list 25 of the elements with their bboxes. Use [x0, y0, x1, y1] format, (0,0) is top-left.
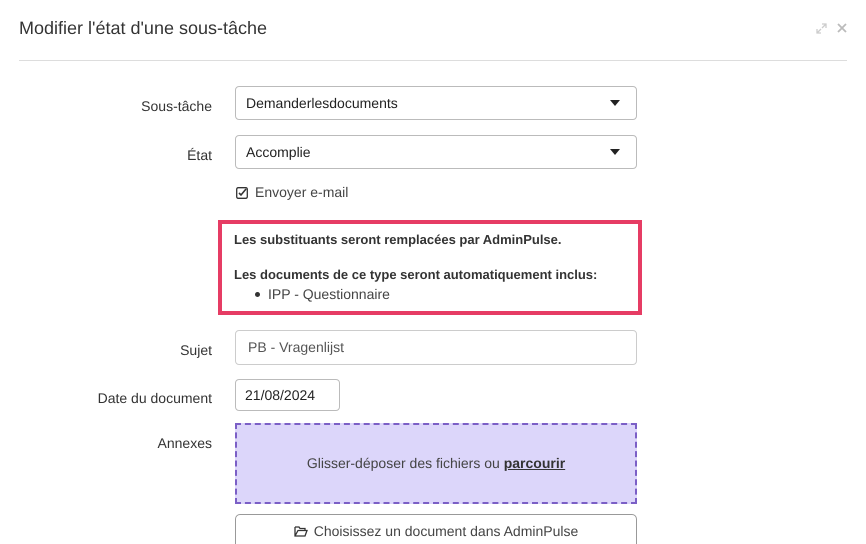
dialog-title: Modifier l'état d'une sous-tâche	[19, 16, 268, 40]
folder-icon	[294, 526, 308, 537]
subtask-select[interactable]: Demanderlesdocuments	[235, 86, 637, 120]
file-dropzone[interactable]: Glisser-déposer des fichiers ou parcourir	[235, 423, 637, 504]
field-label: Date du document	[98, 390, 212, 406]
choose-document-button[interactable]: Choisissez un document dans AdminPulse	[235, 514, 637, 544]
document-item: IPP - Questionnaire	[268, 285, 390, 304]
field-label: Annexes	[158, 435, 212, 451]
notice-text: Les documents de ce type seront automatiquement inclus:	[234, 266, 598, 284]
subject-field[interactable]: PB - Vragenlijst	[235, 330, 637, 365]
caret-icon	[610, 149, 620, 155]
caret-icon	[610, 100, 620, 106]
expand-icon[interactable]	[816, 22, 827, 34]
browse-link[interactable]: parcourir	[504, 455, 566, 471]
checkbox-label: Envoyer e-mail	[255, 183, 348, 202]
state-select[interactable]: Accomplie	[235, 135, 637, 169]
close-icon[interactable]	[837, 23, 847, 33]
notice-text: Les substituants seront remplacées par AdminPulse.	[234, 231, 563, 249]
field-label: Sujet	[180, 342, 212, 358]
bullet-icon	[255, 292, 260, 297]
field-label: État	[187, 147, 212, 163]
date-field[interactable]: 21/08/2024	[235, 379, 340, 411]
field-label: Sous-tâche	[141, 98, 212, 114]
checkbox[interactable]	[236, 186, 248, 198]
dropzone-text: Glisser-déposer des fichiers ou parcourir	[306, 454, 566, 473]
